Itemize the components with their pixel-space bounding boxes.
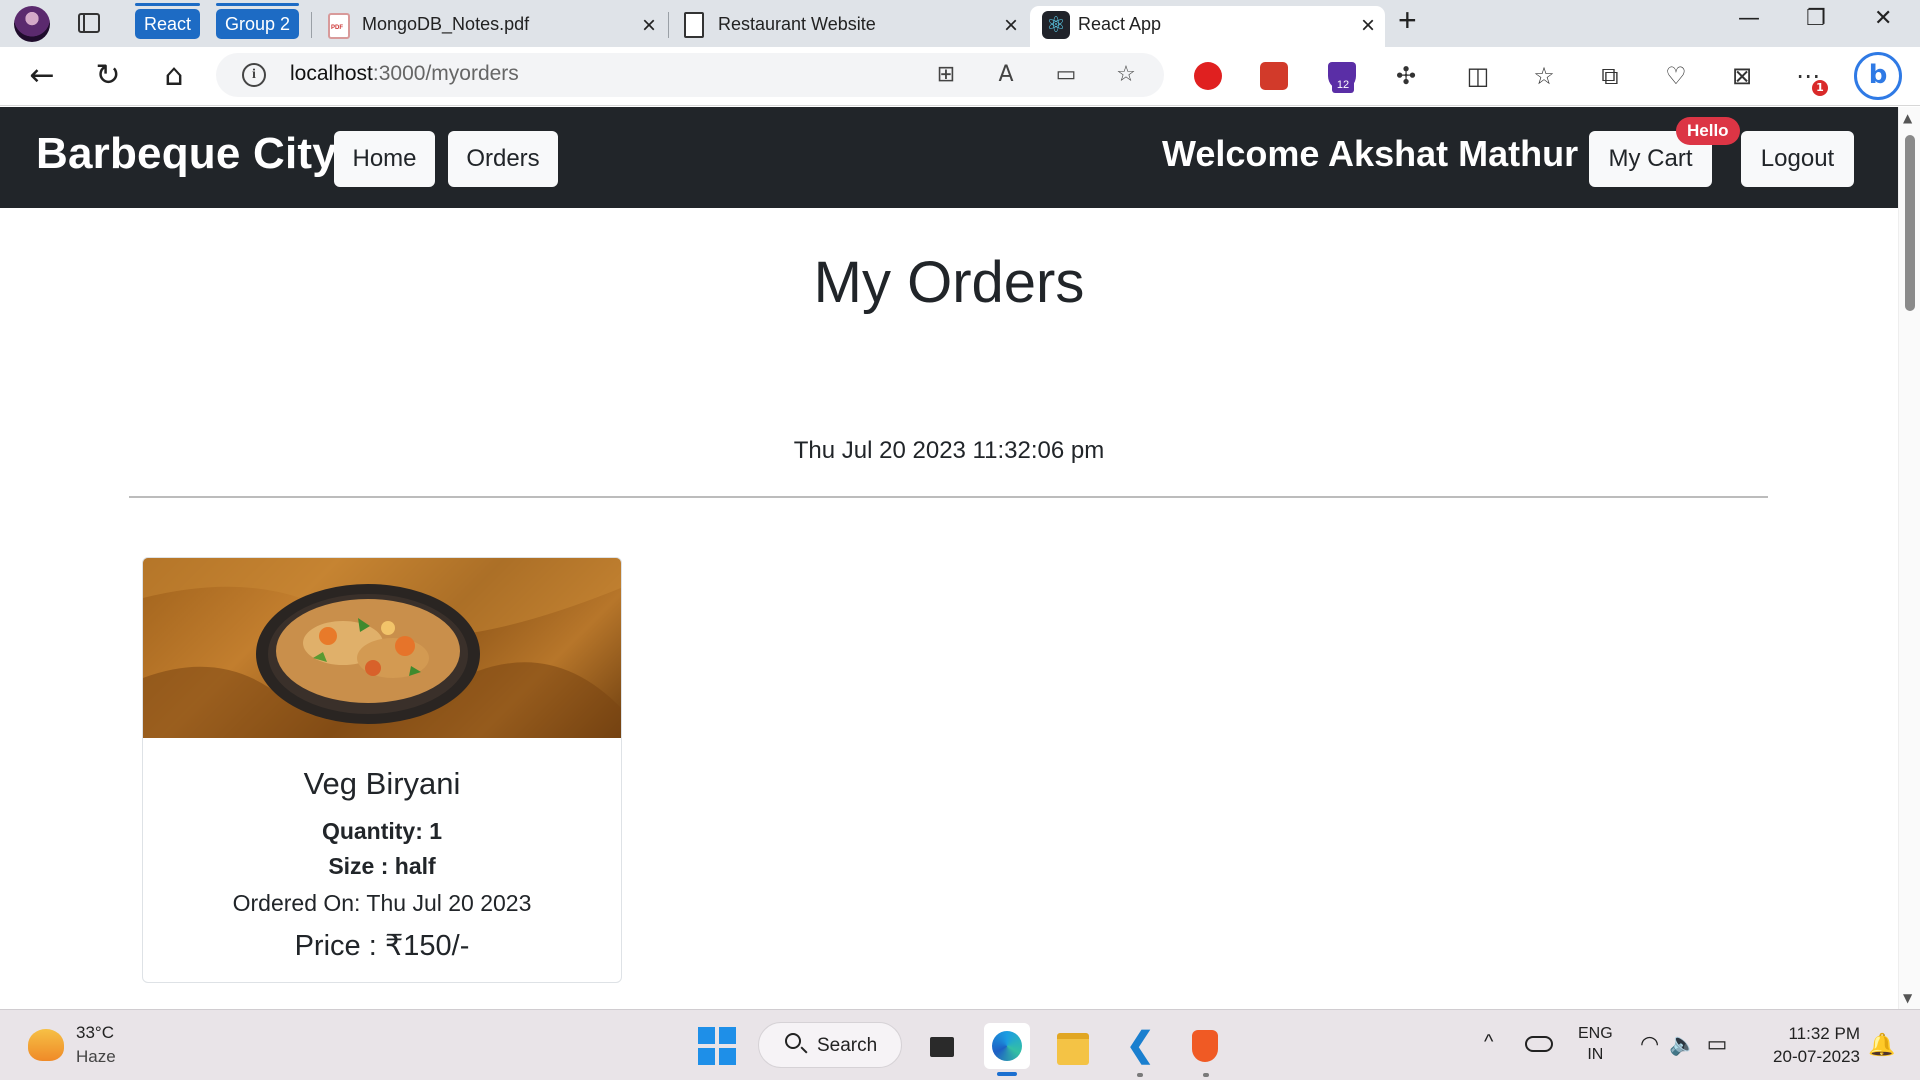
page-title: My Orders bbox=[813, 250, 1085, 315]
react-icon: ⚛ bbox=[1042, 11, 1070, 39]
order-card-body: Veg Biryani Quantity: 1 Size : half Orde… bbox=[143, 738, 621, 982]
divider bbox=[129, 496, 1768, 498]
back-icon[interactable]: ← bbox=[22, 56, 62, 96]
home-icon[interactable]: ⌂ bbox=[154, 56, 194, 96]
system-clock[interactable]: 11:32 PM 20-07-2023 bbox=[1760, 1022, 1860, 1068]
extension-pawprint-icon[interactable] bbox=[1260, 62, 1288, 90]
weather-haze-icon[interactable] bbox=[28, 1029, 64, 1061]
order-quantity: Quantity: 1 bbox=[321, 818, 443, 844]
file-explorer-icon[interactable] bbox=[1050, 1023, 1096, 1069]
notification-badge: 1 bbox=[1812, 80, 1828, 96]
tab-restaurant-website[interactable]: Restaurant Website × bbox=[670, 6, 1028, 47]
nav-orders-button[interactable]: Orders bbox=[448, 131, 558, 187]
running-indicator bbox=[1203, 1073, 1209, 1077]
collections-icon[interactable]: ⧉ bbox=[1594, 60, 1626, 92]
vscode-icon[interactable] bbox=[1116, 1023, 1162, 1069]
order-card: Veg Biryani Quantity: 1 Size : half Orde… bbox=[142, 557, 622, 983]
site-navbar: Barbeque City Home Orders Welcome Akshat… bbox=[0, 107, 1898, 208]
cart-badge: Hello bbox=[1676, 117, 1740, 145]
page-icon bbox=[684, 12, 704, 38]
nav-home-button[interactable]: Home bbox=[334, 131, 435, 187]
browser-essentials-icon[interactable]: ♡ bbox=[1660, 60, 1692, 92]
page-viewport: Barbeque City Home Orders Welcome Akshat… bbox=[0, 107, 1898, 1009]
order-date-heading: Thu Jul 20 2023 11:32:06 pm bbox=[793, 437, 1105, 464]
profile-avatar[interactable] bbox=[14, 6, 50, 42]
volume-icon[interactable]: 🔈 bbox=[1669, 1031, 1706, 1056]
active-app-indicator bbox=[997, 1072, 1017, 1076]
site-info-icon[interactable]: i bbox=[242, 63, 266, 87]
reload-icon[interactable]: ↻ bbox=[88, 56, 128, 96]
onedrive-cloud-icon[interactable] bbox=[1525, 1036, 1553, 1052]
page-scrollbar[interactable]: ▲ ▼ bbox=[1898, 107, 1920, 1009]
tab-title: React App bbox=[1078, 14, 1162, 34]
bing-copilot-icon[interactable]: b bbox=[1854, 52, 1902, 100]
edge-browser-icon[interactable] bbox=[984, 1023, 1030, 1069]
tray-chevron-up-icon[interactable]: ^ bbox=[1484, 1031, 1493, 1054]
pdf-icon bbox=[328, 13, 350, 39]
running-indicator bbox=[1137, 1073, 1143, 1077]
start-windows-icon[interactable] bbox=[694, 1023, 740, 1069]
favorite-star-icon[interactable]: ☆ bbox=[1114, 63, 1138, 87]
restore-icon[interactable]: ❐ bbox=[1806, 6, 1826, 31]
url-text[interactable]: localhost:3000/myorders bbox=[290, 62, 519, 86]
tab-actions-icon[interactable] bbox=[78, 13, 100, 33]
food-name: Veg Biryani bbox=[303, 766, 461, 801]
address-bar[interactable]: i localhost:3000/myorders ⊞ A ▭ ☆ bbox=[216, 53, 1164, 97]
biryani-image bbox=[143, 558, 621, 738]
scroll-up-icon[interactable]: ▲ bbox=[1903, 111, 1912, 125]
close-tab-icon[interactable]: × bbox=[1361, 12, 1375, 40]
search-label: Search bbox=[817, 1035, 878, 1056]
wifi-icon[interactable]: ◠ bbox=[1640, 1031, 1669, 1056]
browser-toolbar: ← ↻ ⌂ i localhost:3000/myorders ⊞ A ▭ ☆ … bbox=[0, 47, 1920, 106]
tab-mongodb-notes[interactable]: MongoDB_Notes.pdf × bbox=[314, 6, 666, 47]
weather-description[interactable]: Haze bbox=[76, 1047, 116, 1067]
apps-icon[interactable]: ⊞ bbox=[934, 63, 958, 87]
system-tray-icons[interactable]: ◠🔈▭ bbox=[1640, 1031, 1737, 1057]
wallet-icon[interactable]: ▭ bbox=[1054, 63, 1078, 87]
extension-count-badge: 12 bbox=[1332, 77, 1354, 93]
order-price: Price : ₹150/- bbox=[294, 930, 470, 962]
split-screen-icon[interactable]: ◫ bbox=[1462, 60, 1494, 92]
close-tab-icon[interactable]: × bbox=[1004, 12, 1018, 40]
tab-separator bbox=[668, 12, 669, 38]
read-aloud-icon[interactable]: A bbox=[994, 63, 1018, 87]
brave-browser-icon[interactable] bbox=[1182, 1023, 1228, 1069]
tab-title: Restaurant Website bbox=[718, 14, 876, 34]
search-icon bbox=[785, 1033, 801, 1049]
logout-button[interactable]: Logout bbox=[1741, 131, 1854, 187]
tab-title: MongoDB_Notes.pdf bbox=[362, 14, 530, 34]
taskbar-search[interactable]: Search bbox=[758, 1022, 902, 1068]
notifications-bell-icon[interactable]: 🔔 bbox=[1868, 1032, 1895, 1058]
tab-group-group-2[interactable]: Group 2 bbox=[216, 3, 300, 39]
extensions-puzzle-icon[interactable]: ✣ bbox=[1390, 60, 1422, 92]
task-view-icon[interactable] bbox=[918, 1023, 964, 1069]
tab-react-app[interactable]: ⚛ React App × bbox=[1030, 6, 1385, 47]
math-solver-icon[interactable]: ⊠ bbox=[1726, 60, 1758, 92]
extension-red-icon[interactable] bbox=[1194, 62, 1222, 90]
close-tab-icon[interactable]: × bbox=[642, 12, 656, 40]
windows-taskbar: 33°C Haze Search ^ ENG IN ◠🔈▭ 11:32 PM 2… bbox=[0, 1009, 1920, 1080]
tab-separator bbox=[311, 12, 312, 38]
ordered-on-date: Ordered On: Thu Jul 20 2023 bbox=[232, 890, 532, 916]
weather-temperature[interactable]: 33°C bbox=[76, 1023, 114, 1043]
tab-group-react[interactable]: React bbox=[135, 3, 201, 39]
close-window-icon[interactable]: ✕ bbox=[1874, 6, 1892, 31]
brand-logo[interactable]: Barbeque City bbox=[36, 129, 337, 179]
welcome-text: Welcome Akshat Mathur bbox=[1162, 133, 1579, 174]
language-indicator[interactable]: ENG IN bbox=[1578, 1023, 1613, 1065]
scroll-down-icon[interactable]: ▼ bbox=[1903, 991, 1912, 1005]
browser-tab-strip: React Group 2 MongoDB_Notes.pdf × Restau… bbox=[0, 0, 1920, 47]
scrollbar-thumb[interactable] bbox=[1905, 135, 1915, 311]
order-size: Size : half bbox=[328, 853, 436, 879]
new-tab-icon[interactable]: + bbox=[1398, 2, 1417, 39]
favorites-icon[interactable]: ☆ bbox=[1528, 60, 1560, 92]
battery-icon[interactable]: ▭ bbox=[1707, 1031, 1738, 1056]
minimize-icon[interactable]: — bbox=[1738, 6, 1760, 31]
